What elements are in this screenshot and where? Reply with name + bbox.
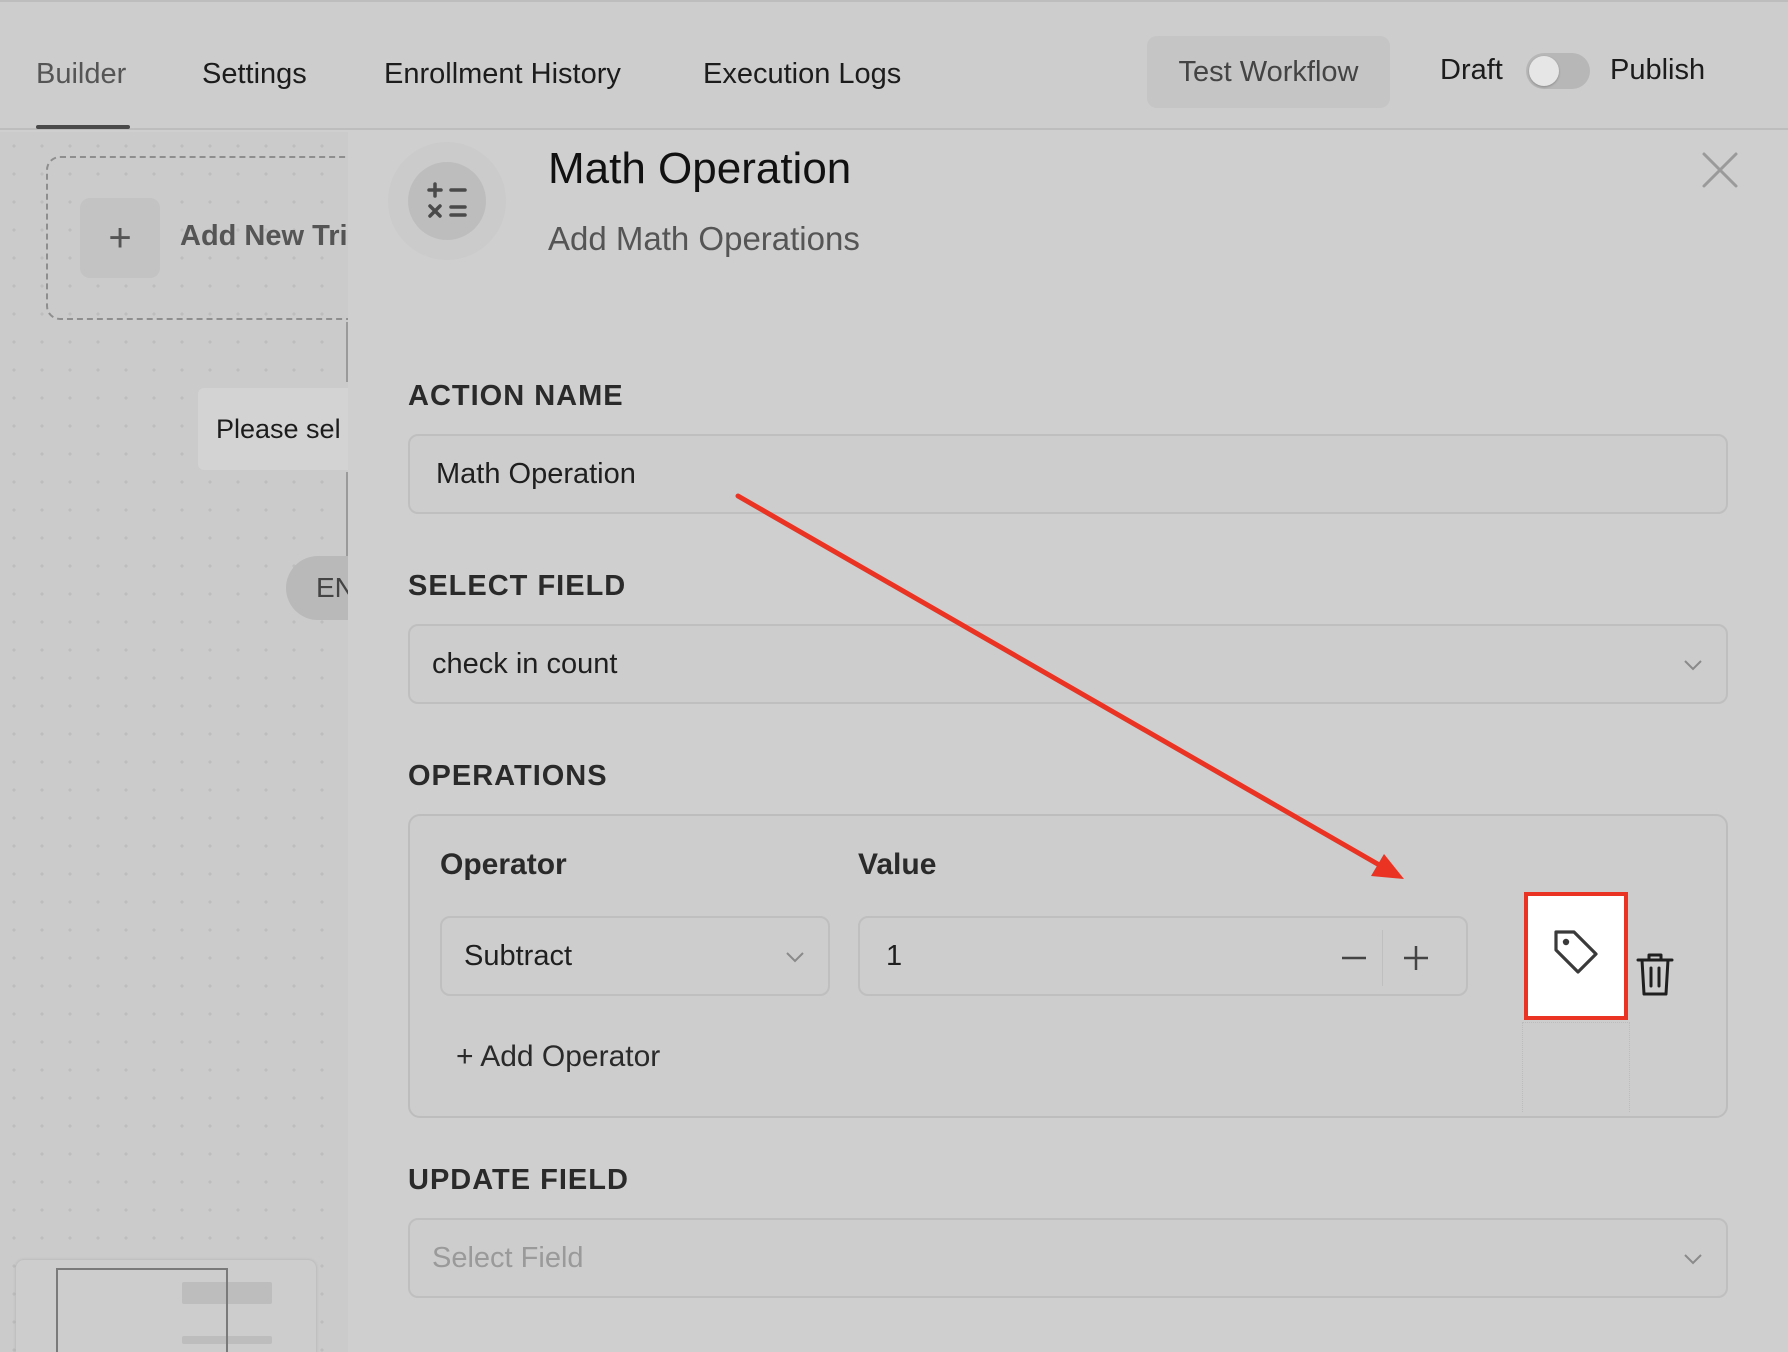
publish-label: Publish <box>1610 54 1706 86</box>
select-field-label: SELECT FIELD <box>408 570 627 602</box>
operator-dropdown[interactable]: Subtract <box>440 916 830 996</box>
workflow-canvas[interactable]: + Add New Tri Please sel EN <box>0 132 348 1352</box>
chevron-down-icon <box>1684 660 1702 671</box>
select-field-dropdown[interactable]: check in count <box>408 624 1728 704</box>
tag-button-shadow <box>1522 1022 1630 1112</box>
action-placeholder-node[interactable]: Please sel <box>198 388 348 470</box>
operator-column-label: Operator <box>440 848 567 881</box>
update-field-label: UPDATE FIELD <box>408 1164 629 1196</box>
panel-title: Math Operation <box>548 144 852 193</box>
active-tab-indicator <box>36 125 130 129</box>
tag-icon-button[interactable] <box>1524 892 1628 1020</box>
minimap[interactable] <box>16 1260 316 1352</box>
test-workflow-button[interactable]: Test Workflow <box>1147 36 1390 108</box>
tab-execution-logs[interactable]: Execution Logs <box>703 58 901 91</box>
tab-settings[interactable]: Settings <box>202 58 307 91</box>
value-column-label: Value <box>858 848 937 881</box>
action-config-panel: Math Operation Add Math Operations ACTIO… <box>348 132 1788 1352</box>
value-number-input[interactable]: 1 <box>858 916 1468 996</box>
add-trigger-label: Add New Tri <box>180 220 348 252</box>
add-operator-button[interactable]: + Add Operator <box>456 1040 660 1074</box>
value-number: 1 <box>886 940 903 972</box>
end-node: EN <box>286 556 348 620</box>
toggle-knob <box>1529 56 1559 86</box>
operations-box: Operator Value Subtract 1 + Add Operator <box>408 814 1728 1118</box>
action-name-input[interactable]: Math Operation <box>408 434 1728 514</box>
update-field-placeholder: Select Field <box>432 1242 584 1274</box>
select-field-value: check in count <box>432 648 618 680</box>
math-operators-icon <box>408 162 486 240</box>
tag-icon <box>1554 930 1598 974</box>
publish-toggle[interactable] <box>1526 53 1590 89</box>
operations-label: OPERATIONS <box>408 760 608 792</box>
panel-subtitle: Add Math Operations <box>548 220 860 257</box>
increment-icon[interactable] <box>1398 940 1434 976</box>
draft-label: Draft <box>1440 54 1503 86</box>
action-name-label: ACTION NAME <box>408 380 624 412</box>
operator-value: Subtract <box>464 940 572 972</box>
tab-enrollment-history[interactable]: Enrollment History <box>384 58 621 91</box>
minimap-viewport[interactable] <box>56 1268 228 1352</box>
chevron-down-icon <box>1684 1254 1702 1265</box>
tab-builder[interactable]: Builder <box>36 58 126 91</box>
update-field-dropdown[interactable]: Select Field <box>408 1218 1728 1298</box>
close-icon[interactable] <box>1698 148 1742 192</box>
stepper-divider <box>1382 930 1383 986</box>
action-name-value: Math Operation <box>436 458 636 490</box>
trash-icon[interactable] <box>1634 950 1676 998</box>
top-navigation-bar: Builder Settings Enrollment History Exec… <box>0 0 1788 130</box>
decrement-icon[interactable] <box>1336 940 1372 976</box>
chevron-down-icon <box>786 952 804 963</box>
add-trigger-plus-icon[interactable]: + <box>80 198 160 278</box>
add-trigger-card[interactable]: + Add New Tri <box>46 156 348 320</box>
